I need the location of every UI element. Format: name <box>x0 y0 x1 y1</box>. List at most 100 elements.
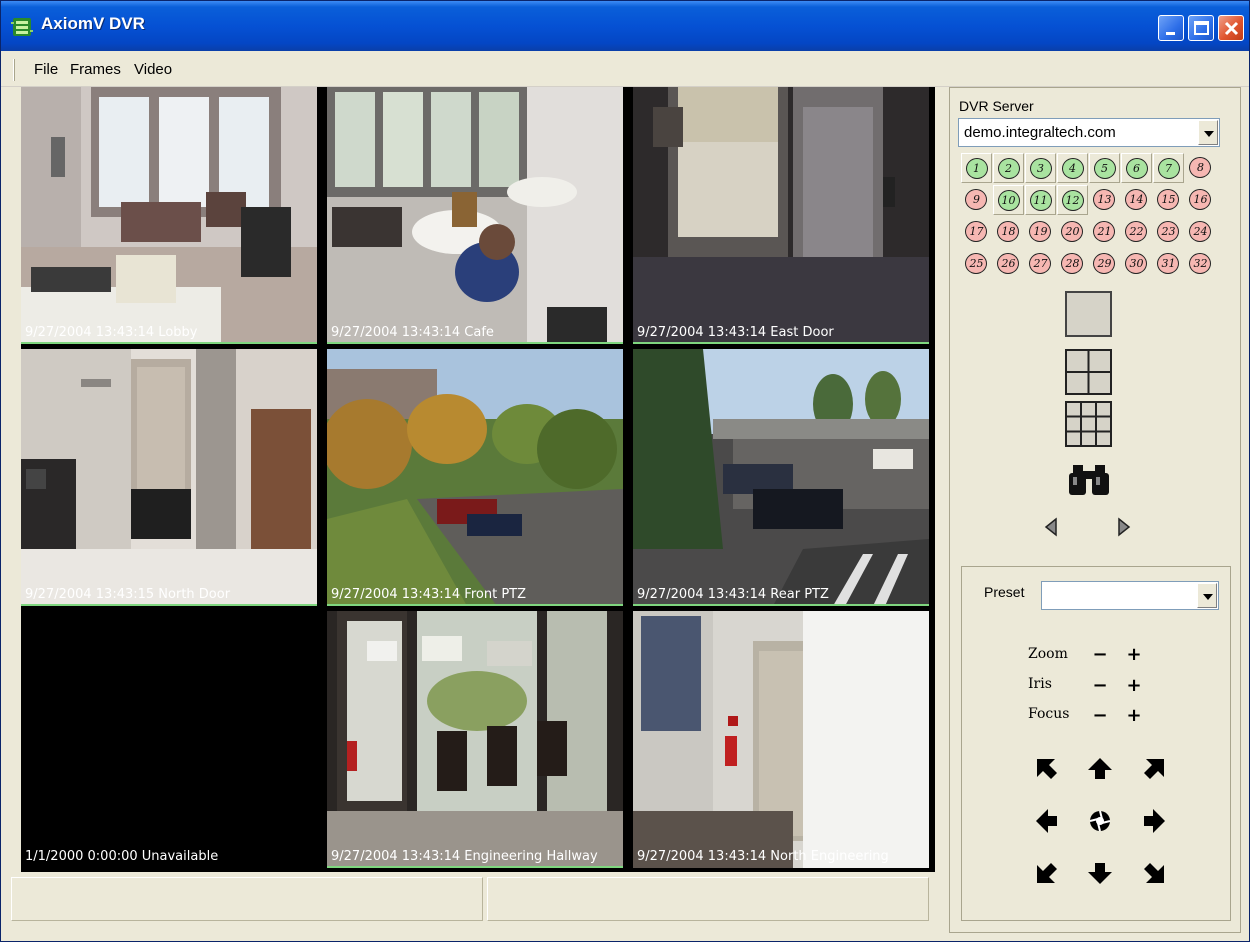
camera-button-5[interactable]: 5 <box>1089 153 1120 183</box>
camera-caption: 9/27/2004 13:43:14 Cafe <box>331 325 494 340</box>
camera-number: 31 <box>1161 257 1176 270</box>
camera-button-8[interactable]: 8 <box>1185 153 1216 183</box>
camera-button-31[interactable]: 31 <box>1153 249 1184 279</box>
camera-feed-image <box>633 87 929 344</box>
pan-down-right-icon[interactable] <box>1140 859 1168 887</box>
camera-button-9[interactable]: 9 <box>961 185 992 215</box>
camera-button-13[interactable]: 13 <box>1089 185 1120 215</box>
camera-selector: 1 2 3 4 5 6 7 8 9 10 11 12 13 14 15 16 17 18 19 20 21 22 23 24 2… <box>961 153 1221 283</box>
camera-tile-cafe[interactable]: 9/27/2004 13:43:14 Cafe <box>327 87 623 344</box>
camera-tile-north-door[interactable]: 9/27/2004 13:43:15 North Door <box>21 349 317 606</box>
status-panel-right <box>487 877 929 921</box>
camera-button-19[interactable]: 19 <box>1025 217 1056 247</box>
camera-button-16[interactable]: 16 <box>1185 185 1216 215</box>
zoom-label: Zoom <box>1028 646 1068 662</box>
nine-view-button[interactable] <box>1065 401 1112 447</box>
next-icon[interactable] <box>1117 517 1131 537</box>
camera-number: 25 <box>969 257 984 270</box>
menu-video[interactable]: Video <box>134 61 172 78</box>
camera-number: 26 <box>1001 257 1016 270</box>
camera-button-25[interactable]: 25 <box>961 249 992 279</box>
camera-button-32[interactable]: 32 <box>1185 249 1216 279</box>
title-bar[interactable]: AxiomV DVR <box>1 1 1249 51</box>
camera-button-15[interactable]: 15 <box>1153 185 1184 215</box>
quad-view-button[interactable] <box>1065 349 1112 395</box>
camera-number: 7 <box>1165 162 1172 175</box>
dvr-server-label: DVR Server <box>959 98 1034 114</box>
iris-close-button[interactable]: − <box>1091 677 1109 695</box>
camera-button-18[interactable]: 18 <box>993 217 1024 247</box>
app-window: AxiomV DVR File Frames Video 9/27/2004 1… <box>0 0 1250 942</box>
chevron-down-icon[interactable] <box>1198 120 1218 145</box>
pan-up-left-icon[interactable] <box>1033 755 1061 783</box>
camera-number: 6 <box>1133 162 1140 175</box>
camera-button-23[interactable]: 23 <box>1153 217 1184 247</box>
camera-number: 18 <box>1001 225 1016 238</box>
camera-button-10[interactable]: 10 <box>993 185 1024 215</box>
camera-button-22[interactable]: 22 <box>1121 217 1152 247</box>
preset-select[interactable] <box>1041 581 1219 610</box>
maximize-button[interactable] <box>1188 15 1214 41</box>
camera-number: 22 <box>1129 225 1144 238</box>
pan-left-icon[interactable] <box>1033 807 1061 835</box>
camera-tile-front-ptz[interactable]: 9/27/2004 13:43:14 Front PTZ <box>327 349 623 606</box>
iris-label: Iris <box>1028 676 1052 692</box>
close-button[interactable] <box>1218 15 1244 41</box>
camera-tile-north-engineering[interactable]: 9/27/2004 13:43:14 North Engineering <box>633 611 929 868</box>
camera-button-27[interactable]: 27 <box>1025 249 1056 279</box>
camera-button-2[interactable]: 2 <box>993 153 1024 183</box>
camera-number: 23 <box>1161 225 1176 238</box>
camera-number: 14 <box>1129 193 1144 206</box>
camera-tile-unavailable[interactable]: 1/1/2000 0:00:00 Unavailable <box>21 611 317 868</box>
camera-number: 5 <box>1101 162 1108 175</box>
app-icon <box>11 18 33 36</box>
camera-button-29[interactable]: 29 <box>1089 249 1120 279</box>
binoculars-icon[interactable] <box>1067 463 1111 497</box>
camera-button-14[interactable]: 14 <box>1121 185 1152 215</box>
menu-frames[interactable]: Frames <box>70 61 121 78</box>
iris-open-button[interactable]: + <box>1125 677 1143 695</box>
camera-number: 3 <box>1037 162 1044 175</box>
camera-button-12[interactable]: 12 <box>1057 185 1088 215</box>
camera-button-20[interactable]: 20 <box>1057 217 1088 247</box>
chevron-down-icon[interactable] <box>1197 583 1217 608</box>
zoom-out-button[interactable]: − <box>1091 646 1109 664</box>
previous-icon[interactable] <box>1044 517 1058 537</box>
camera-number: 13 <box>1097 193 1112 206</box>
focus-near-button[interactable]: − <box>1091 707 1109 725</box>
camera-button-6[interactable]: 6 <box>1121 153 1152 183</box>
pan-up-right-icon[interactable] <box>1140 755 1168 783</box>
camera-button-4[interactable]: 4 <box>1057 153 1088 183</box>
focus-far-button[interactable]: + <box>1125 707 1143 725</box>
camera-number: 27 <box>1033 257 1048 270</box>
minimize-button[interactable] <box>1158 15 1184 41</box>
pan-right-icon[interactable] <box>1140 807 1168 835</box>
menu-file[interactable]: File <box>34 61 58 78</box>
camera-button-1[interactable]: 1 <box>961 153 992 183</box>
camera-button-21[interactable]: 21 <box>1089 217 1120 247</box>
zoom-in-button[interactable]: + <box>1125 646 1143 664</box>
camera-button-11[interactable]: 11 <box>1025 185 1056 215</box>
camera-button-26[interactable]: 26 <box>993 249 1024 279</box>
camera-caption: 9/27/2004 13:43:14 Rear PTZ <box>637 587 829 602</box>
menu-bar <box>1 51 1249 87</box>
camera-number: 9 <box>973 193 980 206</box>
camera-tile-east-door[interactable]: 9/27/2004 13:43:14 East Door <box>633 87 929 344</box>
tilt-up-icon[interactable] <box>1086 755 1114 783</box>
camera-tile-lobby[interactable]: 9/27/2004 13:43:14 Lobby <box>21 87 317 344</box>
camera-tile-rear-ptz[interactable]: 9/27/2004 13:43:14 Rear PTZ <box>633 349 929 606</box>
camera-button-24[interactable]: 24 <box>1185 217 1216 247</box>
close-icon <box>1224 21 1239 36</box>
camera-button-7[interactable]: 7 <box>1153 153 1184 183</box>
tilt-down-icon[interactable] <box>1086 859 1114 887</box>
camera-tile-engineering-hallway[interactable]: 9/27/2004 13:43:14 Engineering Hallway <box>327 611 623 868</box>
camera-button-30[interactable]: 30 <box>1121 249 1152 279</box>
single-view-button[interactable] <box>1065 291 1112 337</box>
camera-button-17[interactable]: 17 <box>961 217 992 247</box>
dvr-server-select[interactable]: demo.integraltech.com <box>958 118 1220 147</box>
camera-button-28[interactable]: 28 <box>1057 249 1088 279</box>
camera-button-3[interactable]: 3 <box>1025 153 1056 183</box>
center-iris-icon[interactable] <box>1086 807 1114 835</box>
pan-down-left-icon[interactable] <box>1033 859 1061 887</box>
camera-number: 30 <box>1129 257 1144 270</box>
